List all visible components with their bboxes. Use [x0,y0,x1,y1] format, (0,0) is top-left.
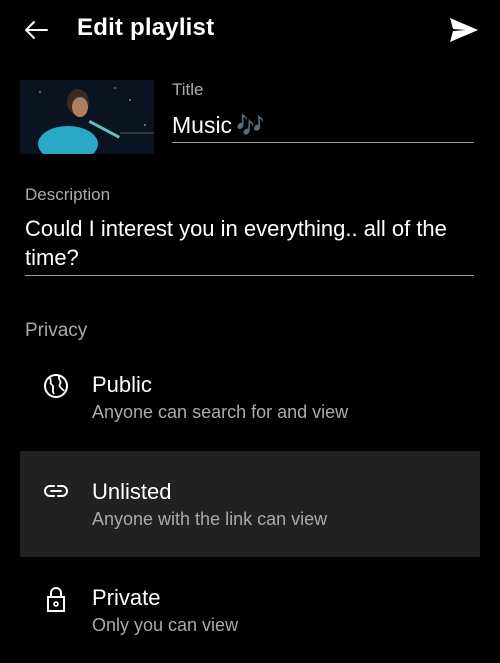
privacy-option-title: Private [92,585,161,610]
privacy-option-description: Only you can view [92,615,239,635]
privacy-option-unlisted[interactable]: Unlisted Anyone with the link can view [20,451,480,557]
lock-icon [47,587,65,612]
title-value: Music [172,112,233,138]
music-notes-emoji: 🎶 [236,112,265,138]
playlist-thumbnail[interactable] [20,80,154,154]
title-label: Title [172,80,204,99]
page-title: Edit playlist [77,14,215,41]
back-arrow-icon[interactable] [22,16,50,44]
privacy-option-private[interactable]: Private Only you can view [20,557,480,663]
privacy-option-title: Public [92,372,152,397]
privacy-option-title: Unlisted [92,479,172,504]
description-value: Could I interest you in everything.. all… [25,216,447,270]
privacy-label: Privacy [25,320,88,341]
title-input[interactable]: Music 🎶 [172,108,474,143]
privacy-option-description: Anyone with the link can view [92,509,328,529]
top-app-bar: Edit playlist [0,0,500,62]
globe-icon [44,374,68,398]
thumbnail-image [20,80,154,154]
description-input[interactable]: Could I interest you in everything.. all… [25,214,474,276]
description-label: Description [25,185,111,204]
send-icon[interactable] [448,14,480,46]
link-icon [44,485,68,497]
privacy-option-public[interactable]: Public Anyone can search for and view [20,346,480,452]
privacy-option-description: Anyone can search for and view [92,402,349,422]
